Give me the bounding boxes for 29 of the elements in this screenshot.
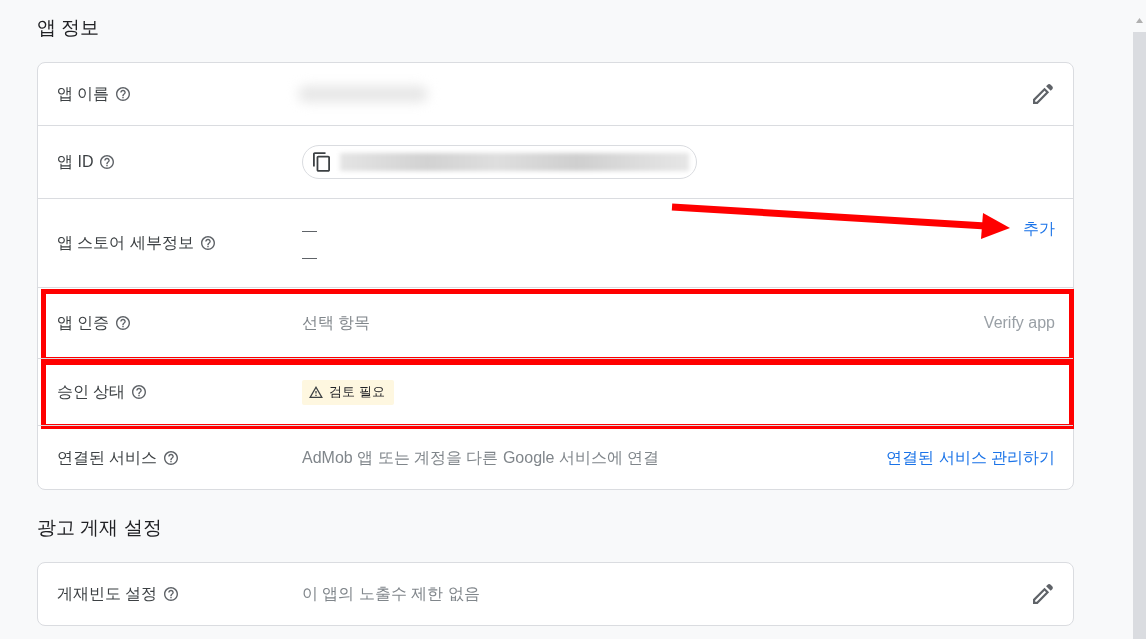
status-text: 검토 필요 bbox=[329, 384, 385, 400]
help-icon[interactable] bbox=[116, 316, 131, 330]
field-label: 앱 ID bbox=[57, 152, 94, 172]
help-icon[interactable] bbox=[132, 385, 147, 399]
field-label: 연결된 서비스 bbox=[57, 447, 158, 468]
field-value: — bbox=[302, 247, 317, 267]
section-title: 광고 게재 설정 bbox=[37, 516, 163, 540]
help-icon[interactable] bbox=[164, 587, 179, 601]
warning-icon bbox=[309, 386, 323, 398]
field-value: 이 앱의 노출수 제한 없음 bbox=[302, 584, 480, 604]
field-label: 승인 상태 bbox=[57, 382, 126, 402]
action-link[interactable]: 추가 bbox=[1023, 217, 1055, 241]
field-label: 앱 이름 bbox=[57, 84, 110, 104]
field-value: — bbox=[302, 220, 317, 240]
help-icon[interactable] bbox=[116, 87, 131, 101]
field-label: 앱 인증 bbox=[57, 313, 110, 333]
field-value: 선택 항목 bbox=[302, 313, 371, 333]
help-icon[interactable] bbox=[164, 450, 179, 465]
edit-icon[interactable] bbox=[1033, 84, 1053, 104]
field-value: AdMob 앱 또는 계정을 다른 Google 서비스에 연결 bbox=[302, 447, 660, 468]
field-label: 게재빈도 설정 bbox=[57, 584, 158, 604]
action-link[interactable]: 연결된 서비스 관리하기 bbox=[886, 445, 1055, 470]
scrollbar-thumb[interactable] bbox=[1133, 32, 1146, 639]
edit-icon[interactable] bbox=[1033, 584, 1053, 604]
section-title: 앱 정보 bbox=[37, 16, 101, 40]
copy-icon[interactable] bbox=[313, 152, 330, 172]
field-label: 앱 스토어 세부정보 bbox=[57, 233, 194, 253]
help-icon[interactable] bbox=[100, 155, 115, 169]
help-icon[interactable] bbox=[200, 236, 215, 250]
